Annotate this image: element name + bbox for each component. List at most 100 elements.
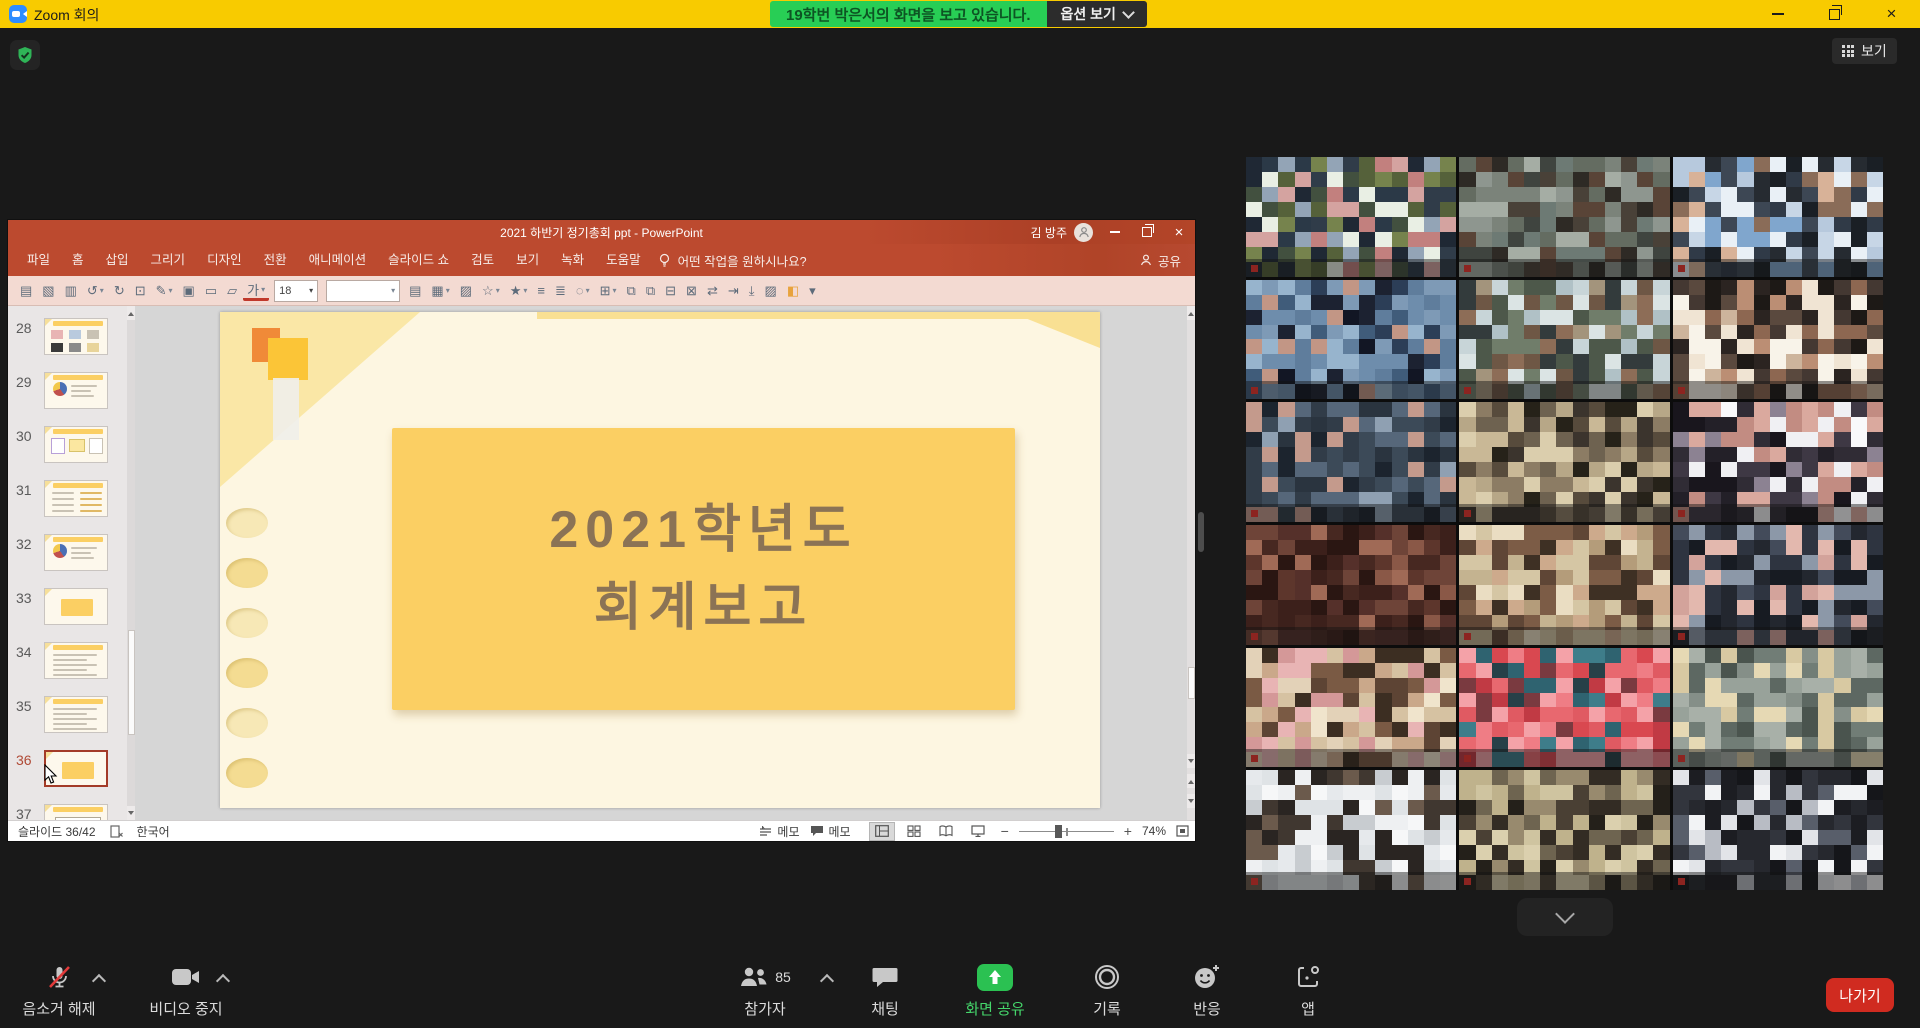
qat-overflow-icon[interactable]: ▾: [805, 280, 820, 302]
close-button[interactable]: ×: [1863, 0, 1920, 28]
ungroup-icon[interactable]: ⊠: [682, 280, 701, 302]
ribbon-tab-7[interactable]: 애니메이션: [298, 244, 378, 276]
ribbon-tab-9[interactable]: 검토: [460, 244, 505, 276]
powerpoint-account[interactable]: 김 방주: [1031, 220, 1093, 244]
font-color-icon[interactable]: 가▾: [243, 281, 269, 301]
reactions-button[interactable]: 반응: [1172, 962, 1242, 1019]
participant-video-11[interactable]: [1459, 525, 1669, 645]
reading-view-button[interactable]: [933, 822, 959, 841]
ribbon-tab-4[interactable]: 그리기: [140, 244, 197, 276]
star-outline-icon[interactable]: ☆▾: [478, 280, 504, 302]
distribute-h-icon[interactable]: ⇥: [724, 280, 743, 302]
zoom-slider-thumb[interactable]: [1055, 825, 1062, 838]
slide-thumbnail-31[interactable]: [44, 480, 108, 517]
thumbnail-scrollbar[interactable]: [127, 306, 135, 820]
rotate-icon[interactable]: ⇄: [703, 280, 722, 302]
share-button[interactable]: 공유: [1140, 251, 1181, 270]
view-options-button[interactable]: 옵션 보기: [1047, 1, 1147, 27]
zoom-in-button[interactable]: +: [1124, 823, 1132, 839]
unmute-button[interactable]: 음소거 해제: [18, 962, 100, 1019]
slide-title-box[interactable]: 2021학년도 회계보고: [392, 428, 1015, 710]
save-icon[interactable]: ▤: [16, 280, 36, 302]
slide-scrollbar[interactable]: [1187, 306, 1195, 820]
new-comment-icon[interactable]: ▤: [405, 280, 425, 302]
ribbon-tab-1[interactable]: 파일: [16, 244, 61, 276]
undo-icon[interactable]: ↺▾: [83, 280, 108, 302]
bring-forward-icon[interactable]: ⧉: [623, 280, 640, 302]
participant-video-14[interactable]: [1459, 648, 1669, 768]
participant-video-1[interactable]: [1246, 157, 1456, 277]
previous-slide-button[interactable]: [1187, 774, 1195, 788]
slide-thumbnail-28[interactable]: [44, 318, 108, 355]
font-size-box[interactable]: 18▾: [274, 280, 318, 302]
record-button[interactable]: 기록: [1072, 962, 1142, 1019]
participant-video-10[interactable]: [1246, 525, 1456, 645]
scroll-down-button[interactable]: [1187, 754, 1195, 768]
participant-video-5[interactable]: [1459, 280, 1669, 400]
ribbon-tab-6[interactable]: 전환: [253, 244, 298, 276]
participant-video-15[interactable]: [1673, 648, 1883, 768]
slide-scrollbar-thumb[interactable]: [1188, 667, 1195, 699]
ribbon-tab-2[interactable]: 홈: [61, 244, 95, 276]
participant-video-3[interactable]: [1673, 157, 1883, 277]
accessibility-checker-icon[interactable]: [110, 825, 123, 838]
slide-thumbnail-33[interactable]: [44, 588, 108, 625]
stop-video-button[interactable]: 비디오 중지: [140, 962, 232, 1019]
participant-video-2[interactable]: [1459, 157, 1669, 277]
slide-canvas[interactable]: 2021학년도 회계보고: [220, 312, 1100, 808]
star-icon[interactable]: ★▾: [506, 280, 532, 302]
group-icon[interactable]: ⊟: [661, 280, 680, 302]
participant-video-7[interactable]: [1246, 402, 1456, 522]
pen-icon[interactable]: ✎▾: [152, 280, 177, 302]
participant-video-8[interactable]: [1459, 402, 1669, 522]
ribbon-tab-11[interactable]: 녹화: [550, 244, 595, 276]
participant-video-16[interactable]: [1246, 770, 1456, 890]
ribbon-tab-12[interactable]: 도움말: [595, 244, 652, 276]
fill-color-icon[interactable]: ◧: [783, 280, 803, 302]
scroll-up-button[interactable]: [1187, 306, 1195, 320]
participant-video-18[interactable]: [1673, 770, 1883, 890]
save-as-icon[interactable]: ▧: [38, 280, 58, 302]
participant-video-9[interactable]: [1673, 402, 1883, 522]
slide-thumbnail-35[interactable]: [44, 696, 108, 733]
scroll-down-button[interactable]: [127, 806, 135, 820]
minimize-button[interactable]: [1749, 0, 1806, 28]
language-status[interactable]: 한국어: [137, 823, 170, 840]
participants-button[interactable]: 85 참가자: [722, 962, 808, 1019]
slide-thumbnail-32[interactable]: [44, 534, 108, 571]
notes-toggle[interactable]: 메모: [759, 823, 799, 840]
participants-options-chevron[interactable]: [820, 974, 834, 988]
thumbnail-scrollbar-thumb[interactable]: [128, 630, 135, 735]
ribbon-tab-8[interactable]: 슬라이드 쇼: [377, 244, 460, 276]
share-screen-button[interactable]: 화면 공유: [950, 962, 1040, 1019]
ribbon-tab-3[interactable]: 삽입: [95, 244, 140, 276]
layout-icon[interactable]: ▭: [201, 280, 221, 302]
restore-button[interactable]: [1806, 0, 1863, 28]
ppt-close-button[interactable]: ×: [1163, 220, 1195, 244]
font-name-box[interactable]: ▾: [326, 280, 400, 302]
arrange-icon[interactable]: ⊞▾: [596, 280, 621, 302]
participant-video-4[interactable]: [1246, 280, 1456, 400]
zoom-out-button[interactable]: −: [1001, 823, 1009, 839]
print-icon[interactable]: ▥: [61, 280, 81, 302]
ribbon-tab-10[interactable]: 보기: [505, 244, 550, 276]
edit-icon[interactable]: ▨: [456, 280, 476, 302]
align-text-icon[interactable]: ≡: [533, 280, 549, 302]
redo-icon[interactable]: ↻: [110, 280, 129, 302]
start-slideshow-icon[interactable]: ⊡: [131, 280, 150, 302]
reset-icon[interactable]: ▱: [223, 280, 241, 302]
security-shield-button[interactable]: [10, 40, 40, 70]
zoom-slider[interactable]: [1019, 822, 1114, 841]
slideshow-view-button[interactable]: [965, 822, 991, 841]
scroll-up-button[interactable]: [127, 306, 135, 320]
leave-meeting-button[interactable]: 나가기: [1826, 978, 1894, 1012]
participant-video-17[interactable]: [1459, 770, 1669, 890]
slide-sorter-view-button[interactable]: [901, 822, 927, 841]
grid-collapse-button[interactable]: [1517, 898, 1613, 936]
comments-toggle[interactable]: 메모: [810, 823, 851, 840]
ppt-restore-button[interactable]: [1131, 220, 1163, 244]
slide-thumbnail-37[interactable]: [44, 804, 108, 820]
slide-thumbnail-34[interactable]: [44, 642, 108, 679]
picture-icon[interactable]: ▨: [761, 280, 781, 302]
zoom-percentage[interactable]: 74%: [1142, 824, 1166, 838]
